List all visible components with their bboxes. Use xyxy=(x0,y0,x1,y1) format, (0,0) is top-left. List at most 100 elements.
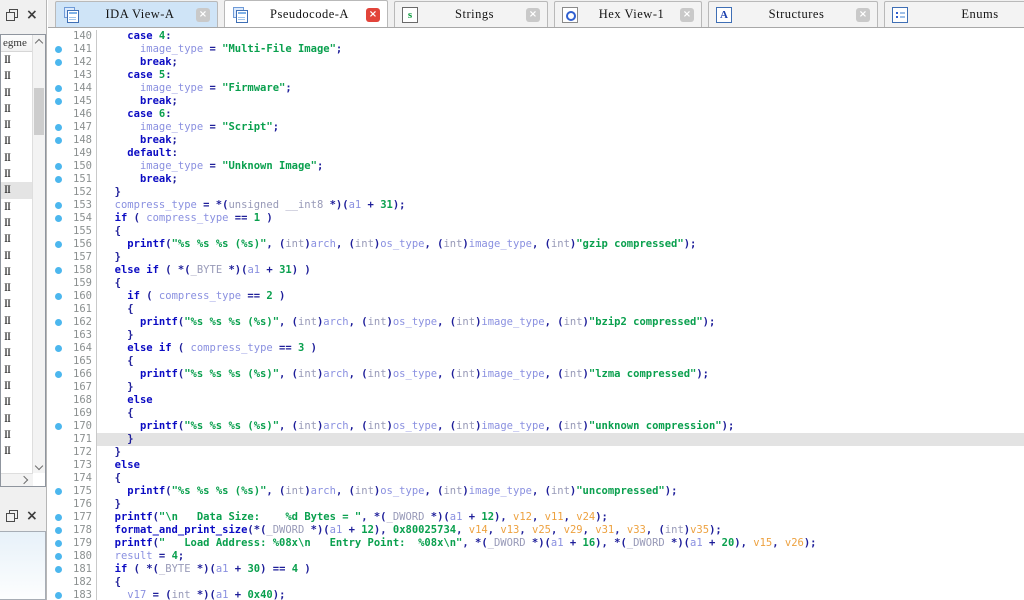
code-line[interactable]: 182 { xyxy=(48,576,1024,589)
segment-list-item[interactable]: II xyxy=(1,150,33,166)
code-line[interactable]: 156 printf("%s %s %s (%s)", (int)arch, (… xyxy=(48,238,1024,251)
segment-list-item[interactable]: II xyxy=(1,215,33,231)
line-number: 145 xyxy=(66,95,96,108)
code-line[interactable]: 157 } xyxy=(48,251,1024,264)
code-line[interactable]: 167 } xyxy=(48,381,1024,394)
code-line[interactable]: 177 printf("\n Data Size: %d Bytes = ", … xyxy=(48,511,1024,524)
code-text: printf("%s %s %s (%s)", (int)arch, (int)… xyxy=(96,316,1024,329)
segment-list-item[interactable]: II xyxy=(1,101,33,117)
code-line[interactable]: 154 if ( compress_type == 1 ) xyxy=(48,212,1024,225)
code-line[interactable]: 143 case 5: xyxy=(48,69,1024,82)
code-line[interactable]: 149 default: xyxy=(48,147,1024,160)
tab-strings[interactable]: sStrings× xyxy=(394,1,548,27)
line-number: 151 xyxy=(66,173,96,186)
segment-list-item[interactable]: II xyxy=(1,52,33,68)
code-line[interactable]: 175 printf("%s %s %s (%s)", (int)arch, (… xyxy=(48,485,1024,498)
code-line[interactable]: 178 format_and_print_size(*(_DWORD *)(a1… xyxy=(48,524,1024,537)
code-line[interactable]: 166 printf("%s %s %s (%s)", (int)arch, (… xyxy=(48,368,1024,381)
code-line[interactable]: 165 { xyxy=(48,355,1024,368)
code-line[interactable]: 179 printf(" Load Address: %08x\n Entry … xyxy=(48,537,1024,550)
code-line[interactable]: 171 } xyxy=(48,433,1024,446)
segment-list-item[interactable]: II xyxy=(1,280,33,296)
code-line[interactable]: 168 else xyxy=(48,394,1024,407)
segment-list-item[interactable]: II xyxy=(1,443,33,459)
scroll-down-icon[interactable] xyxy=(33,461,45,473)
code-text: case 6: xyxy=(96,108,1024,121)
scrollbar-thumb[interactable] xyxy=(34,88,44,135)
code-line[interactable]: 146 case 6: xyxy=(48,108,1024,121)
segment-list-item[interactable]: II xyxy=(1,199,33,215)
scroll-up-icon[interactable] xyxy=(33,35,45,47)
segment-list-item[interactable]: II xyxy=(1,231,33,247)
code-line[interactable]: 148 break; xyxy=(48,134,1024,147)
segment-list-item[interactable]: II xyxy=(1,264,33,280)
code-line[interactable]: 153 compress_type = *(unsigned __int8 *)… xyxy=(48,199,1024,212)
tab-close-icon[interactable]: × xyxy=(366,8,380,22)
code-line[interactable]: 159 { xyxy=(48,277,1024,290)
code-line[interactable]: 180 result = 4; xyxy=(48,550,1024,563)
code-line[interactable]: 161 { xyxy=(48,303,1024,316)
segment-list-item[interactable]: II xyxy=(1,296,33,312)
code-line[interactable]: 140 case 4: xyxy=(48,30,1024,43)
code-line[interactable]: 162 printf("%s %s %s (%s)", (int)arch, (… xyxy=(48,316,1024,329)
code-line[interactable]: 141 image_type = "Multi-File Image"; xyxy=(48,43,1024,56)
code-line[interactable]: 160 if ( compress_type == 2 ) xyxy=(48,290,1024,303)
tab-hex-view-1[interactable]: Hex View-1× xyxy=(554,1,702,27)
tab-enums[interactable]: Enums× xyxy=(884,1,1024,27)
segment-list-item[interactable]: II xyxy=(1,182,33,198)
segment-list-item[interactable]: II xyxy=(1,345,33,361)
segment-list-item[interactable]: II xyxy=(1,378,33,394)
code-text: } xyxy=(96,186,1024,199)
code-line[interactable]: 176 } xyxy=(48,498,1024,511)
code-line[interactable]: 164 else if ( compress_type == 3 ) xyxy=(48,342,1024,355)
float-window-icon[interactable] xyxy=(6,9,19,21)
segment-list-item[interactable]: II xyxy=(1,411,33,427)
strings-icon: s xyxy=(402,7,418,23)
code-line[interactable]: 151 break; xyxy=(48,173,1024,186)
tab-close-icon[interactable]: × xyxy=(196,8,210,22)
code-line[interactable]: 163 } xyxy=(48,329,1024,342)
code-line[interactable]: 172 } xyxy=(48,446,1024,459)
segment-list-item[interactable]: II xyxy=(1,313,33,329)
tab-close-icon[interactable]: × xyxy=(680,8,694,22)
code-line[interactable]: 144 image_type = "Firmware"; xyxy=(48,82,1024,95)
segment-list-item[interactable]: II xyxy=(1,68,33,84)
code-line[interactable]: 145 break; xyxy=(48,95,1024,108)
horizontal-scrollbar[interactable] xyxy=(1,473,33,486)
pseudocode-view[interactable]: 140 case 4:141 image_type = "Multi-File … xyxy=(48,28,1024,600)
tab-close-icon[interactable]: × xyxy=(526,8,540,22)
code-line[interactable]: 181 if ( *(_BYTE *)(a1 + 30) == 4 ) xyxy=(48,563,1024,576)
close-panel-icon[interactable]: × xyxy=(26,8,38,22)
code-line[interactable]: 152 } xyxy=(48,186,1024,199)
segment-list-item[interactable]: II xyxy=(1,248,33,264)
code-line[interactable]: 170 printf("%s %s %s (%s)", (int)arch, (… xyxy=(48,420,1024,433)
float-window-icon[interactable] xyxy=(6,510,19,522)
code-line[interactable]: 169 { xyxy=(48,407,1024,420)
code-line[interactable]: 142 break; xyxy=(48,56,1024,69)
close-panel-icon[interactable]: × xyxy=(26,509,38,523)
segment-list-item[interactable]: II xyxy=(1,394,33,410)
tab-pseudocode-a[interactable]: Pseudocode-A× xyxy=(224,0,388,28)
segment-list-item[interactable]: II xyxy=(1,85,33,101)
code-line[interactable]: 150 image_type = "Unknown Image"; xyxy=(48,160,1024,173)
code-line[interactable]: 173 else xyxy=(48,459,1024,472)
list-column-header[interactable]: egme xyxy=(1,35,33,52)
tab-structures[interactable]: AStructures× xyxy=(708,1,878,27)
code-line[interactable]: 174 { xyxy=(48,472,1024,485)
vertical-scrollbar[interactable] xyxy=(32,35,45,473)
code-line[interactable]: 158 else if ( *(_BYTE *)(a1 + 31) ) xyxy=(48,264,1024,277)
scroll-right-icon[interactable] xyxy=(20,476,28,484)
gutter-cell xyxy=(48,433,66,446)
tab-close-icon[interactable]: × xyxy=(856,8,870,22)
gutter-cell xyxy=(48,186,66,199)
code-line[interactable]: 183 v17 = (int *)(a1 + 0x40); xyxy=(48,589,1024,600)
segment-list-item[interactable]: II xyxy=(1,362,33,378)
segment-list-item[interactable]: II xyxy=(1,329,33,345)
segment-list-item[interactable]: II xyxy=(1,133,33,149)
segment-list-item[interactable]: II xyxy=(1,117,33,133)
segment-list-item[interactable]: II xyxy=(1,427,33,443)
code-line[interactable]: 155 { xyxy=(48,225,1024,238)
code-line[interactable]: 147 image_type = "Script"; xyxy=(48,121,1024,134)
tab-ida-view-a[interactable]: IDA View-A× xyxy=(55,1,218,27)
segment-list-item[interactable]: II xyxy=(1,166,33,182)
